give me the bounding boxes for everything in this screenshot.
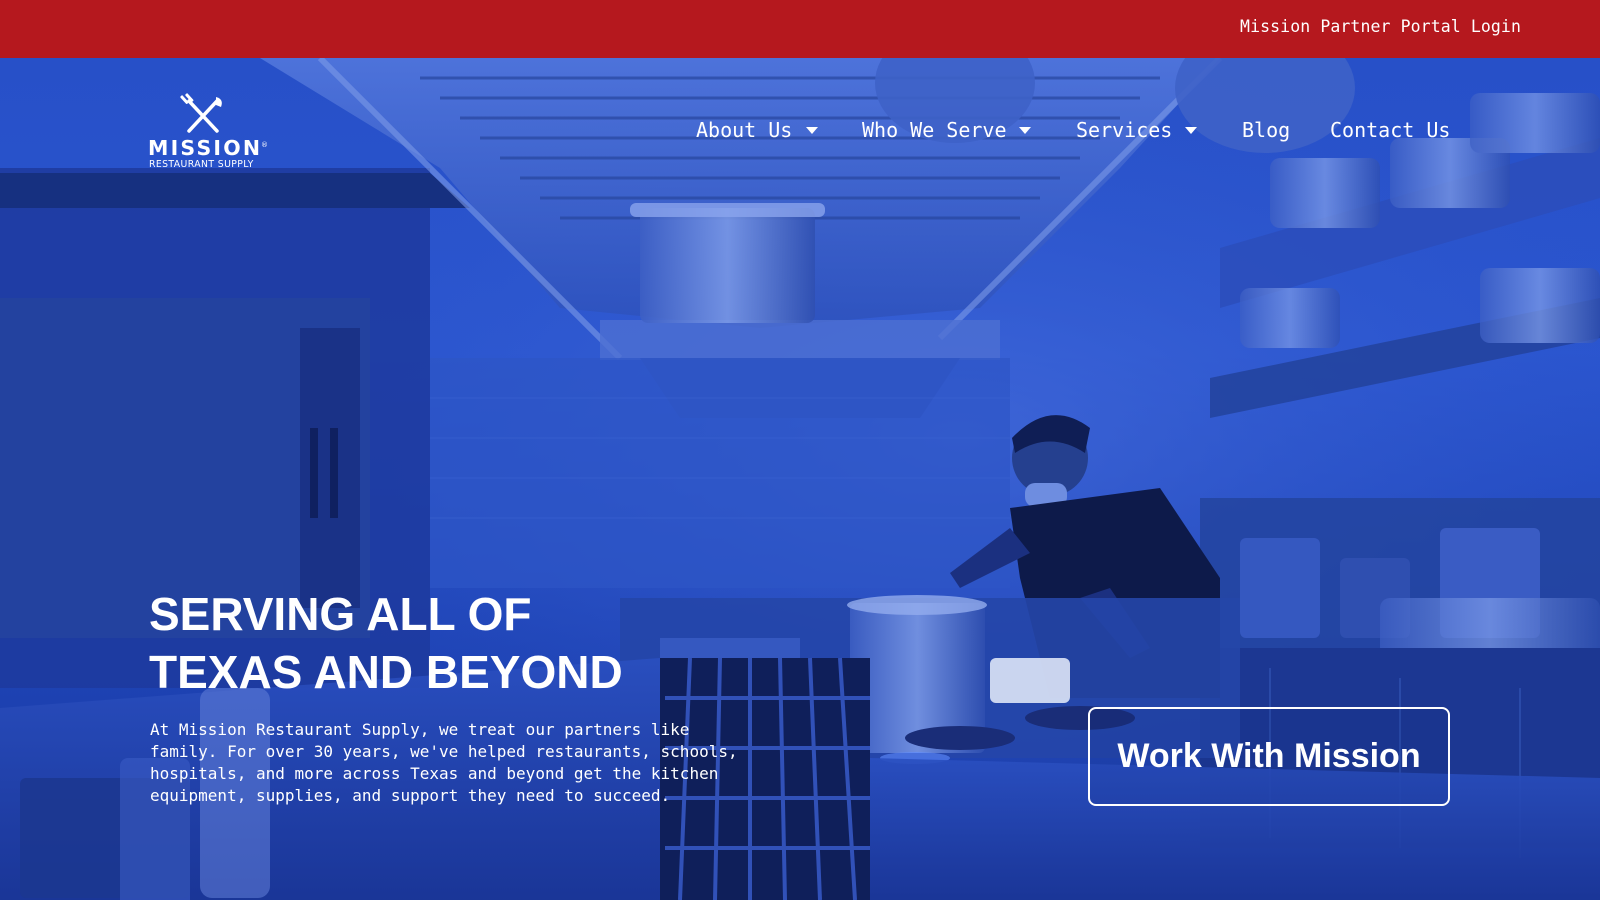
chevron-down-icon[interactable] [1185,127,1197,134]
hero-headline: SERVING ALL OF TEXAS AND BEYOND [149,585,623,701]
chevron-down-icon[interactable] [806,127,818,134]
brand-tagline: RESTAURANT SUPPLY [149,159,254,170]
nav-item-contact-us[interactable]: Contact Us [1330,118,1450,142]
main-nav: About Us Who We Serve Services Blog Cont… [0,118,1600,146]
hero-intro-line: At Mission Restaurant Supply, we treat o… [150,720,690,739]
nav-label-about-us: About Us [696,118,793,142]
work-with-mission-button[interactable]: Work With Mission [1088,707,1450,806]
nav-item-about-us[interactable]: About Us [696,118,792,142]
nav-label-blog: Blog [1242,118,1291,142]
nav-item-services[interactable]: Services [1076,118,1172,142]
nav-label-who-we-serve: Who We Serve [862,118,1007,142]
top-bar: Mission Partner Portal Login [0,0,1600,58]
nav-item-blog[interactable]: Blog [1242,118,1290,142]
hero-intro-line: hospitals, and more across Texas and bey… [150,764,719,783]
chevron-down-icon[interactable] [1019,127,1031,134]
hero-intro-paragraph: At Mission Restaurant Supply, we treat o… [150,719,790,807]
nav-label-contact-us: Contact Us [1330,118,1451,142]
nav-label-services: Services [1076,118,1173,142]
hero-headline-line-1: SERVING ALL OF [149,588,532,640]
nav-item-who-we-serve[interactable]: Who We Serve [862,118,1007,142]
hero-headline-line-2: TEXAS AND BEYOND [149,646,623,698]
hero-intro-line: equipment, supplies, and support they ne… [150,786,671,805]
hero-intro-line: family. For over 30 years, we've helped … [150,742,738,761]
partner-portal-login-link[interactable]: Mission Partner Portal Login [1240,17,1521,36]
